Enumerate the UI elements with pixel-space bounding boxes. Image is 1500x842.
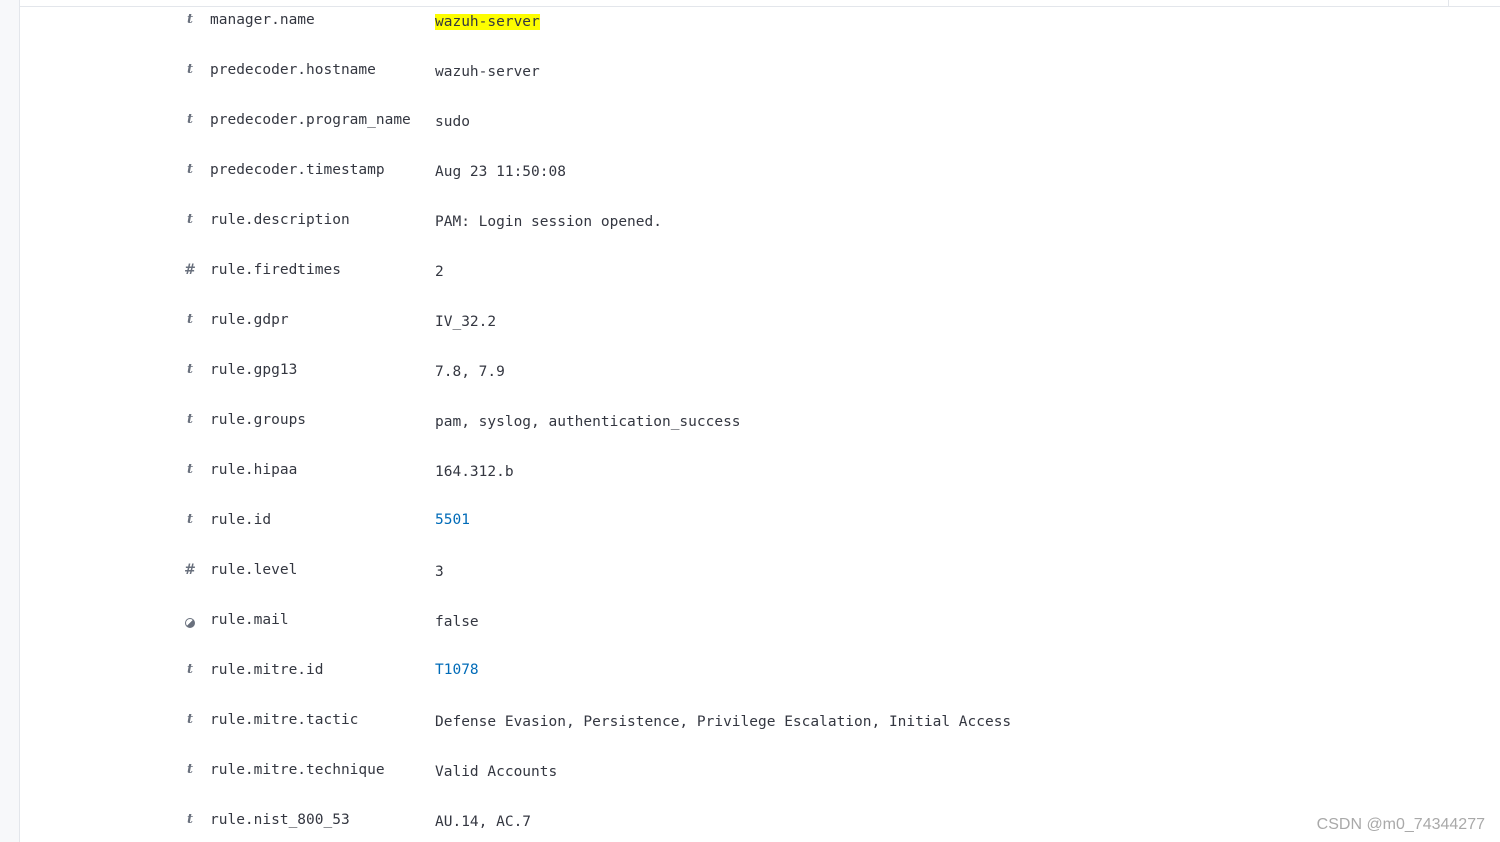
field-name: rule.nist_800_53 bbox=[210, 812, 350, 828]
string-type-icon: t bbox=[186, 112, 193, 127]
field-name: rule.hipaa bbox=[210, 462, 298, 478]
string-type-icon: t bbox=[186, 12, 193, 27]
field-value: 164.312.b bbox=[435, 464, 514, 480]
field-value-link[interactable]: T1078 bbox=[435, 662, 479, 678]
field-name: rule.firedtimes bbox=[210, 262, 341, 278]
string-type-icon: t bbox=[186, 312, 193, 327]
field-name: rule.level bbox=[210, 562, 298, 578]
field-row: t rule.hipaa 164.312.b bbox=[0, 450, 1500, 500]
field-row: # rule.firedtimes 2 bbox=[0, 250, 1500, 300]
field-value: pam, syslog, authentication_success bbox=[435, 414, 741, 430]
field-value: PAM: Login session opened. bbox=[435, 214, 662, 230]
field-value: false bbox=[435, 614, 479, 630]
string-type-icon: t bbox=[186, 162, 193, 177]
field-row: t rule.mitre.tactic Defense Evasion, Persi… bbox=[0, 700, 1500, 750]
field-name: predecoder.hostname bbox=[210, 62, 376, 78]
field-row: t predecoder.hostname wazuh-server bbox=[0, 50, 1500, 100]
field-row: t rule.gpg13 7.8, 7.9 bbox=[0, 350, 1500, 400]
field-row: t rule.groups pam, syslog, authentication_… bbox=[0, 400, 1500, 450]
field-row: t rule.mitre.technique Valid Accounts bbox=[0, 750, 1500, 800]
field-value: Valid Accounts bbox=[435, 764, 558, 780]
field-row: t predecoder.program_name sudo bbox=[0, 100, 1500, 150]
field-name: rule.mitre.id bbox=[210, 662, 324, 678]
field-value: sudo bbox=[435, 114, 470, 130]
number-type-icon: # bbox=[184, 262, 196, 278]
string-type-icon: t bbox=[186, 212, 193, 227]
field-name: predecoder.program_name bbox=[210, 112, 411, 128]
field-value: wazuh-server bbox=[435, 14, 540, 30]
string-type-icon: t bbox=[186, 462, 193, 477]
field-name: rule.mitre.tactic bbox=[210, 712, 359, 728]
string-type-icon: t bbox=[186, 362, 193, 377]
field-value: IV_32.2 bbox=[435, 314, 497, 330]
string-type-icon: t bbox=[186, 62, 193, 77]
field-name: rule.id bbox=[210, 512, 272, 528]
field-name: rule.mail bbox=[210, 612, 289, 628]
field-row: t rule.description PAM: Login session open… bbox=[0, 200, 1500, 250]
field-name: rule.groups bbox=[210, 412, 307, 428]
field-name: rule.gpg13 bbox=[210, 362, 298, 378]
field-value: 3 bbox=[435, 564, 444, 580]
field-row: t manager.name wazuh-server bbox=[0, 0, 1500, 50]
field-row: t rule.nist_800_53 AU.14, AC.7 bbox=[0, 800, 1500, 842]
field-row: # rule.level 3 bbox=[0, 550, 1500, 600]
string-type-icon: t bbox=[186, 812, 193, 827]
field-value: Aug 23 11:50:08 bbox=[435, 164, 566, 180]
field-name: rule.mitre.technique bbox=[210, 762, 385, 778]
watermark: CSDN @m0_74344277 bbox=[1316, 816, 1485, 833]
field-value: wazuh-server bbox=[435, 64, 540, 80]
field-row: t rule.mitre.id T1078 bbox=[0, 650, 1500, 700]
field-name: manager.name bbox=[210, 12, 315, 28]
field-value-link[interactable]: 5501 bbox=[435, 512, 470, 528]
field-value: 2 bbox=[435, 264, 444, 280]
string-type-icon: t bbox=[186, 712, 193, 727]
string-type-icon: t bbox=[186, 412, 193, 427]
field-row: t predecoder.timestamp Aug 23 11:50:08 bbox=[0, 150, 1500, 200]
field-name: predecoder.timestamp bbox=[210, 162, 385, 178]
field-name: rule.description bbox=[210, 212, 350, 228]
document-detail-view: t manager.name wazuh-server t predecoder.hos… bbox=[0, 0, 1500, 842]
boolean-type-icon bbox=[184, 616, 196, 630]
field-name: rule.gdpr bbox=[210, 312, 289, 328]
field-value: AU.14, AC.7 bbox=[435, 814, 532, 830]
field-row: t rule.id 5501 bbox=[0, 500, 1500, 550]
string-type-icon: t bbox=[186, 762, 193, 777]
field-row: rule.mail false bbox=[0, 600, 1500, 650]
field-row: t rule.gdpr IV_32.2 bbox=[0, 300, 1500, 350]
field-value: 7.8, 7.9 bbox=[435, 364, 505, 380]
string-type-icon: t bbox=[186, 662, 193, 677]
string-type-icon: t bbox=[186, 512, 193, 527]
number-type-icon: # bbox=[184, 562, 196, 578]
field-value: Defense Evasion, Persistence, Privilege … bbox=[435, 714, 1012, 730]
